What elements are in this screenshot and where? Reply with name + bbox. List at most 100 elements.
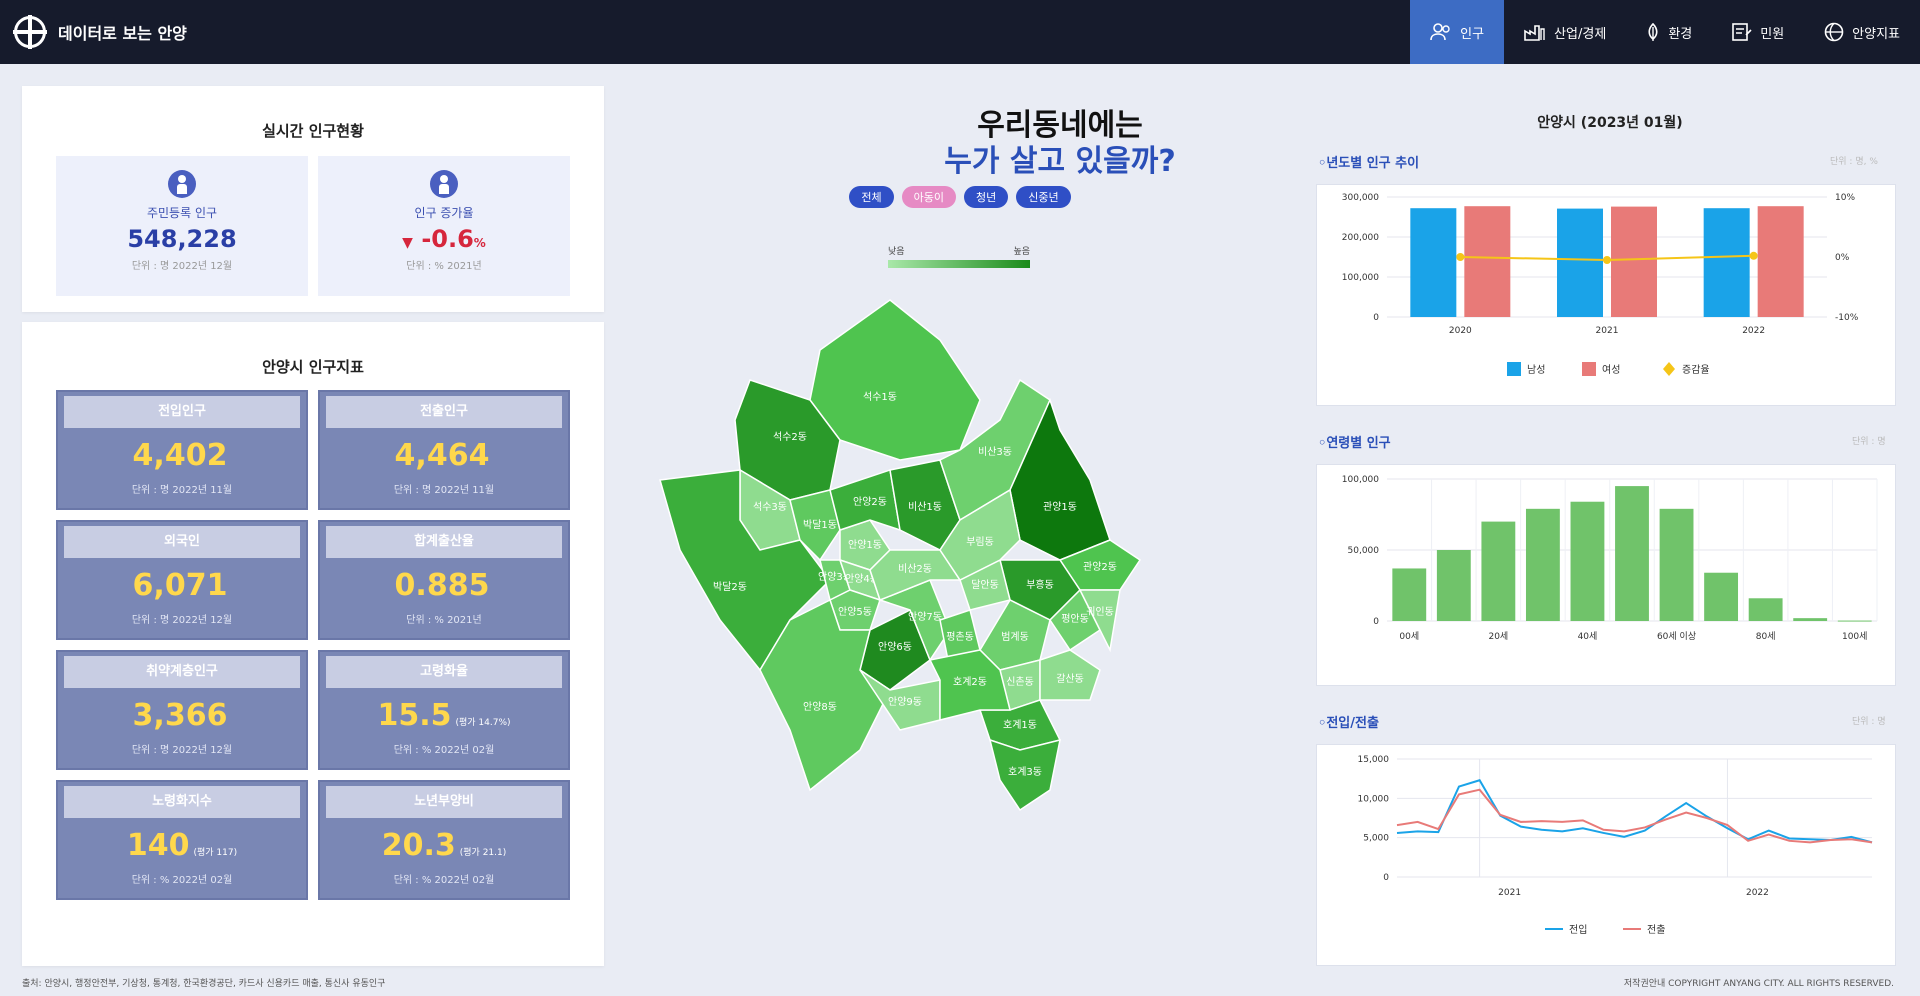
district-label: 석수2동 bbox=[773, 431, 807, 443]
leaf-icon bbox=[1648, 23, 1658, 41]
indicator-card[interactable]: 전입인구 4,402 단위 : 명 2022년 11월 bbox=[56, 390, 308, 510]
indicator-unit: 단위 : % 2022년 02월 bbox=[393, 875, 495, 886]
age-bar bbox=[1525, 508, 1560, 621]
yearly-population-chart: 300,000 200,000 100,000 0 10% 0% -10% 2020 2021 2… bbox=[1342, 193, 1859, 376]
district-label: 부림동 bbox=[966, 536, 994, 548]
bar-male bbox=[1410, 208, 1457, 317]
growth-rate-point bbox=[1749, 251, 1758, 260]
migration-title-text: 전입/전출 bbox=[1326, 716, 1379, 731]
data-source: 출처: 안양시, 행정안전부, 기상청, 통계청, 한국환경공단, 카드사 신용… bbox=[22, 979, 386, 989]
filter-middle-aged[interactable]: 신중년 bbox=[1016, 186, 1071, 208]
bar-male bbox=[1703, 208, 1750, 317]
y-tick-label: 15,000 bbox=[1358, 755, 1390, 765]
bar-female bbox=[1611, 206, 1657, 317]
age-bar bbox=[1392, 568, 1427, 621]
people-icon bbox=[1430, 23, 1450, 41]
filter-youth[interactable]: 청년 bbox=[964, 186, 1009, 208]
yearly-chart-frame: 300,000 200,000 100,000 0 10% 0% -10% 2020 2021 2… bbox=[1316, 184, 1896, 406]
x-tick-label: 2021 bbox=[1596, 326, 1619, 336]
indicator-note: (평가 117) bbox=[193, 848, 238, 858]
indicator-note: (평가 21.1) bbox=[459, 848, 507, 858]
age-bar bbox=[1659, 508, 1694, 621]
indicator-note: (평가 14.7%) bbox=[455, 718, 511, 728]
indicator-label: 외국인 bbox=[64, 526, 300, 558]
district-label: 안양6동 bbox=[878, 641, 912, 653]
indicator-card[interactable]: 합계출산율 0.885 단위 : % 2021년 bbox=[318, 520, 570, 640]
filter-all[interactable]: 전체 bbox=[849, 186, 894, 208]
indicator-number: 4,464 bbox=[394, 438, 490, 473]
growth-rate-card[interactable]: 인구 증가율 ▼ -0.6% 단위 : % 2021년 bbox=[318, 156, 570, 296]
growth-rate-point bbox=[1456, 253, 1465, 261]
y-tick-label: 100,000 bbox=[1342, 475, 1379, 485]
x-tick-label: 100세 bbox=[1842, 631, 1867, 642]
indicators-title: 안양시 인구지표 bbox=[262, 358, 364, 376]
x-tick-label: 40세 bbox=[1578, 631, 1598, 642]
indicator-unit: 단위 : % 2021년 bbox=[406, 615, 482, 626]
district-label: 비산1동 bbox=[908, 501, 942, 513]
indicator-number: 4,402 bbox=[132, 438, 228, 473]
indicator-card[interactable]: 노년부양비 20.3 (평가 21.1) 단위 : % 2022년 02월 bbox=[318, 780, 570, 900]
y-tick-label: 0 bbox=[1383, 873, 1389, 883]
indicator-value: 4,402 bbox=[58, 438, 306, 473]
y-tick-label: 50,000 bbox=[1348, 546, 1380, 556]
district-label: 부흥동 bbox=[1026, 578, 1054, 591]
map-legend: 낮음 높음 bbox=[888, 244, 1030, 268]
indicator-label: 노령화지수 bbox=[64, 786, 300, 818]
nav-item-environment[interactable]: 환경 bbox=[1626, 0, 1712, 64]
nav-item-complaint[interactable]: 민원 bbox=[1712, 0, 1804, 64]
stat-unit: 단위 : % 2021년 bbox=[406, 261, 482, 272]
indicator-card[interactable]: 전출인구 4,464 단위 : 명 2022년 11월 bbox=[318, 390, 570, 510]
map-title-line2: 누가 살고 있을까? bbox=[944, 144, 1176, 179]
top-bar: 데이터로 보는 안양 인구 산업/경제 환경 민원 안양지표 bbox=[0, 0, 1920, 64]
indicator-label: 고령화율 bbox=[326, 656, 562, 688]
x-tick-label: 2020 bbox=[1449, 326, 1472, 336]
factory-icon bbox=[1524, 25, 1545, 41]
district-label: 평안동 bbox=[1061, 613, 1089, 625]
registered-population-card[interactable]: 주민등록 인구 548,228 단위 : 명 2022년 12월 bbox=[56, 156, 308, 296]
complaint-icon bbox=[1732, 23, 1752, 41]
district-label: 달안동 bbox=[971, 579, 999, 591]
migration-chart-frame: 15,000 10,000 5,000 0 2021 2022 전입 전출 bbox=[1316, 744, 1896, 966]
indicator-unit: 단위 : % 2022년 02월 bbox=[131, 875, 233, 886]
indicator-label: 노년부양비 bbox=[326, 786, 562, 818]
y-tick-label: 10,000 bbox=[1358, 794, 1390, 804]
x-tick-label: 2021 bbox=[1498, 888, 1521, 898]
district-map: 석수1동석수2동석수3동박달1동박달2동안양1동안양2동안양3동안양4동안양5동… bbox=[659, 299, 1142, 812]
indicator-label: 합계출산율 bbox=[326, 526, 562, 558]
stat-unit: 단위 : 명 2022년 12월 bbox=[131, 261, 233, 272]
indicator-card[interactable]: 외국인 6,071 단위 : 명 2022년 12월 bbox=[56, 520, 308, 640]
stat-value: ▼ -0.6% bbox=[318, 225, 570, 253]
indicator-card[interactable]: 노령화지수 140 (평가 117) 단위 : % 2022년 02월 bbox=[56, 780, 308, 900]
district-label: 호계1동 bbox=[1003, 719, 1037, 731]
nav-label: 인구 bbox=[1460, 26, 1485, 42]
y-tick-label: 5,000 bbox=[1363, 834, 1389, 844]
main-nav: 인구 산업/경제 환경 민원 안양지표 bbox=[1410, 0, 1920, 64]
y2-tick-label: 10% bbox=[1835, 193, 1855, 203]
indicator-card[interactable]: 취약계층인구 3,366 단위 : 명 2022년 12월 bbox=[56, 650, 308, 770]
legend-low: 낮음 bbox=[888, 247, 905, 257]
migration-chart: 15,000 10,000 5,000 0 2021 2022 전입 전출 bbox=[1358, 755, 1873, 936]
indicator-card[interactable]: 고령화율 15.5 (평가 14.7%) 단위 : % 2022년 02월 bbox=[318, 650, 570, 770]
legend-gradient bbox=[888, 260, 1030, 268]
legend-high: 높음 bbox=[1013, 247, 1030, 257]
migration-unit: 단위 : 명 bbox=[1852, 717, 1886, 727]
nav-item-industry[interactable]: 산업/경제 bbox=[1504, 0, 1626, 64]
copyright: 저작권안내 COPYRIGHT ANYANG CITY. ALL RIGHTS … bbox=[1623, 979, 1894, 989]
legend-label: 남성 bbox=[1527, 364, 1545, 376]
realtime-title: 실시간 인구현황 bbox=[262, 122, 364, 140]
indicator-unit: 단위 : 명 2022년 11월 bbox=[131, 485, 233, 496]
legend-label: 여성 bbox=[1602, 364, 1620, 376]
nav-item-indicators[interactable]: 안양지표 bbox=[1804, 0, 1920, 64]
brand[interactable]: 데이터로 보는 안양 bbox=[13, 15, 187, 49]
district-label: 비산3동 bbox=[978, 446, 1012, 458]
district-label: 박달1동 bbox=[803, 519, 837, 531]
x-tick-label: 00세 bbox=[1399, 631, 1419, 642]
filter-children[interactable]: 아동이 bbox=[901, 186, 956, 208]
indicator-value: 140 (평가 117) bbox=[58, 828, 306, 863]
x-tick-label: 80세 bbox=[1756, 631, 1776, 642]
legend-swatch bbox=[1507, 362, 1521, 376]
nav-item-population[interactable]: 인구 bbox=[1410, 0, 1505, 64]
age-bar bbox=[1837, 620, 1872, 622]
district-label: 갈산동 bbox=[1056, 672, 1084, 685]
district-label: 비산2동 bbox=[898, 563, 932, 575]
